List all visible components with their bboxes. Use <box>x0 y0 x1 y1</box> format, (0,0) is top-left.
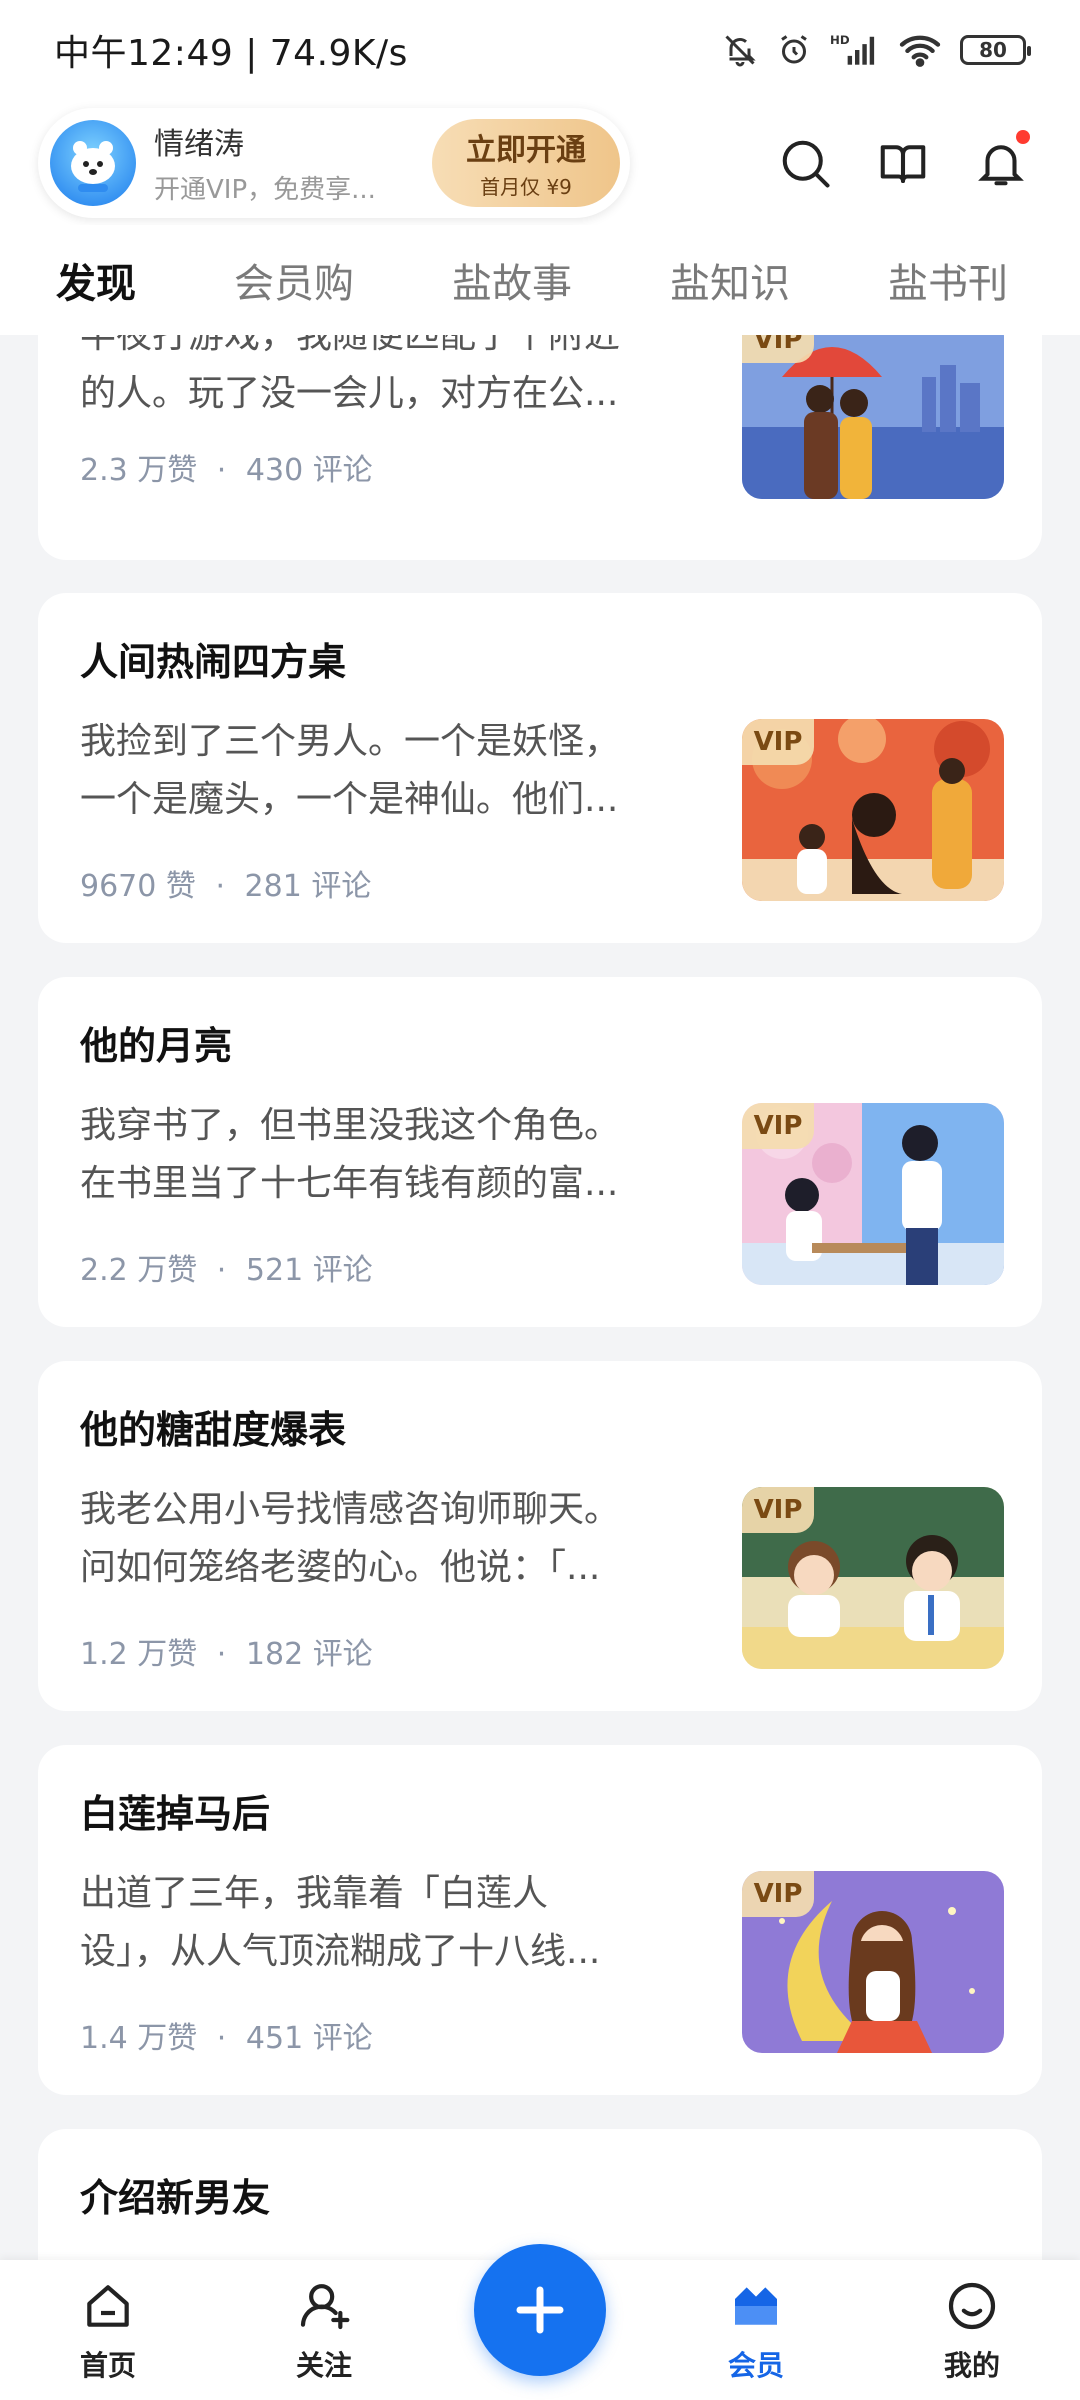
tab-member-shop[interactable]: 会员购 <box>234 251 354 309</box>
vip-badge: VIP <box>742 1487 814 1533</box>
vip-promo-text: 开通VIP，免费享... <box>154 175 376 205</box>
story-stats: 1.2 万赞 · 182 评论 <box>80 1629 373 1673</box>
category-tabs: 发现 会员购 盐故事 盐知识 盐书刊 <box>0 225 1080 359</box>
bottom-navigation: 首页 关注 会员 我的 <box>0 2244 1080 2400</box>
plus-icon <box>516 2286 564 2334</box>
home-icon <box>87 2285 129 2327</box>
stats-separator: · <box>216 453 227 488</box>
status-bar: 中午12:49 | 74.9K/s HD 80 <box>0 0 1080 100</box>
nav-home[interactable]: 首页 <box>48 2278 168 2384</box>
story-excerpt: 我老公用小号找情感咨询师聊天。 问如何笼络老婆的心。他说：「... <box>80 1489 621 1588</box>
tab-discover[interactable]: 发现 <box>56 251 136 359</box>
story-card[interactable]: 人间热闹四方桌 我捡到了三个男人。一个是妖怪， 一个是魔头，一个是神仙。他们..… <box>38 593 1042 943</box>
tab-salt-stories[interactable]: 盐故事 <box>452 251 572 309</box>
story-thumbnail[interactable]: VIP <box>742 1871 1004 2053</box>
story-title: 白莲掉马后 <box>80 1792 271 1836</box>
nav-mine[interactable]: 我的 <box>912 2278 1032 2384</box>
notification-bell-icon[interactable] <box>974 129 1030 190</box>
user-name: 情绪涛 <box>154 127 244 162</box>
comments-count: 451 评论 <box>245 2021 373 2056</box>
header-actions <box>778 129 1042 190</box>
likes-count: 1.2 万赞 <box>80 1637 198 1672</box>
likes-count: 9670 赞 <box>80 869 196 904</box>
status-time-speed: 中午12:49 | 74.9K/s <box>54 33 408 74</box>
tab-salt-knowledge[interactable]: 盐知识 <box>670 251 790 309</box>
vip-badge: VIP <box>742 1871 814 1917</box>
likes-count: 2.3 万赞 <box>80 453 198 488</box>
comments-count: 281 评论 <box>244 869 372 904</box>
comments-count: 521 评论 <box>245 1253 373 1288</box>
likes-count: 2.2 万赞 <box>80 1253 198 1288</box>
stats-separator: · <box>215 869 225 904</box>
story-title: 人间热闹四方桌 <box>80 640 347 684</box>
story-title: 他的糖甜度爆表 <box>80 1408 347 1452</box>
open-vip-label: 立即开通 <box>466 133 586 168</box>
story-card[interactable]: 介绍新男友 <box>38 2129 1042 2260</box>
vip-badge: VIP <box>742 335 814 363</box>
mute-bell-icon <box>722 32 758 68</box>
app-screen: 中午12:49 | 74.9K/s HD 80 情绪涛 开通VIP，免费享...… <box>0 0 1080 2400</box>
story-thumbnail[interactable]: VIP <box>742 1103 1004 1285</box>
hd-signal-icon: HD <box>830 32 880 68</box>
top-header: 情绪涛 开通VIP，免费享... 立即开通 首月仅 ¥9 <box>0 100 1080 225</box>
tab-salt-books[interactable]: 盐书刊 <box>888 251 1008 309</box>
comments-count: 182 评论 <box>245 1637 373 1672</box>
user-info: 情绪涛 开通VIP，免费享... <box>154 119 414 206</box>
story-title: 介绍新男友 <box>80 2176 271 2220</box>
notification-dot <box>1016 129 1030 144</box>
battery-indicator: 80 <box>960 35 1031 65</box>
wifi-icon <box>898 32 942 68</box>
stats-separator: · <box>216 1253 227 1288</box>
nav-follow-label: 关注 <box>295 2349 352 2382</box>
book-icon[interactable] <box>876 136 930 190</box>
alarm-icon <box>776 32 812 68</box>
follow-user-icon <box>300 2284 350 2330</box>
open-vip-button[interactable]: 立即开通 首月仅 ¥9 <box>432 118 620 207</box>
story-excerpt: 我穿书了，但书里没我这个角色。 在书里当了十七年有钱有颜的富... <box>80 1105 621 1204</box>
story-card[interactable]: 他的糖甜度爆表 我老公用小号找情感咨询师聊天。 问如何笼络老婆的心。他说：「..… <box>38 1361 1042 1711</box>
search-icon[interactable] <box>778 136 832 190</box>
vip-price-label: 首月仅 ¥9 <box>480 175 572 199</box>
stats-separator: · <box>216 1637 227 1672</box>
user-vip-pill[interactable]: 情绪涛 开通VIP，免费享... 立即开通 首月仅 ¥9 <box>38 107 630 218</box>
story-excerpt: 我捡到了三个男人。一个是妖怪， 一个是魔头，一个是神仙。他们... <box>80 721 621 820</box>
story-excerpt: 半夜打游戏，我随便匹配了个附近 的人。玩了没一会儿，对方在公... <box>80 335 621 414</box>
story-title: 他的月亮 <box>80 1024 233 1068</box>
vip-badge: VIP <box>742 1103 814 1149</box>
story-stats: 2.2 万赞 · 521 评论 <box>80 1245 373 1289</box>
likes-count: 1.4 万赞 <box>80 2021 198 2056</box>
status-icons: HD 80 <box>722 32 1031 68</box>
nav-member[interactable]: 会员 <box>696 2278 816 2384</box>
svg-text:HD: HD <box>830 33 850 47</box>
story-stats: 1.4 万赞 · 451 评论 <box>80 2013 373 2057</box>
comments-count: 430 评论 <box>245 453 373 488</box>
story-stats: 2.3 万赞 · 430 评论 <box>80 445 373 489</box>
story-card[interactable]: 他的月亮 我穿书了，但书里没我这个角色。 在书里当了十七年有钱有颜的富... 2… <box>38 977 1042 1327</box>
story-stats: 9670 赞 · 281 评论 <box>80 861 371 905</box>
nav-member-label: 会员 <box>727 2349 784 2382</box>
nav-home-label: 首页 <box>79 2349 136 2382</box>
story-card[interactable]: 半夜打游戏，我随便匹配了个附近 的人。玩了没一会儿，对方在公... 2.3 万赞… <box>38 335 1042 560</box>
story-thumbnail[interactable]: VIP <box>742 719 1004 901</box>
story-thumbnail[interactable]: VIP <box>742 1487 1004 1669</box>
story-excerpt: 出道了三年，我靠着「白莲人 设」，从人气顶流糊成了十八线... <box>80 1873 601 1972</box>
member-crown-icon <box>735 2287 777 2325</box>
profile-smile-icon <box>948 2282 996 2330</box>
nav-follow[interactable]: 关注 <box>264 2278 384 2384</box>
create-post-button[interactable] <box>474 2244 606 2376</box>
story-feed: 半夜打游戏，我随便匹配了个附近 的人。玩了没一会儿，对方在公... 2.3 万赞… <box>0 335 1080 2260</box>
vip-badge: VIP <box>742 719 814 765</box>
story-card[interactable]: 白莲掉马后 出道了三年，我靠着「白莲人 设」，从人气顶流糊成了十八线... 1.… <box>38 1745 1042 2095</box>
avatar[interactable] <box>50 119 136 206</box>
stats-separator: · <box>216 2021 227 2056</box>
story-thumbnail[interactable]: VIP <box>742 335 1004 499</box>
nav-mine-label: 我的 <box>943 2349 1000 2382</box>
